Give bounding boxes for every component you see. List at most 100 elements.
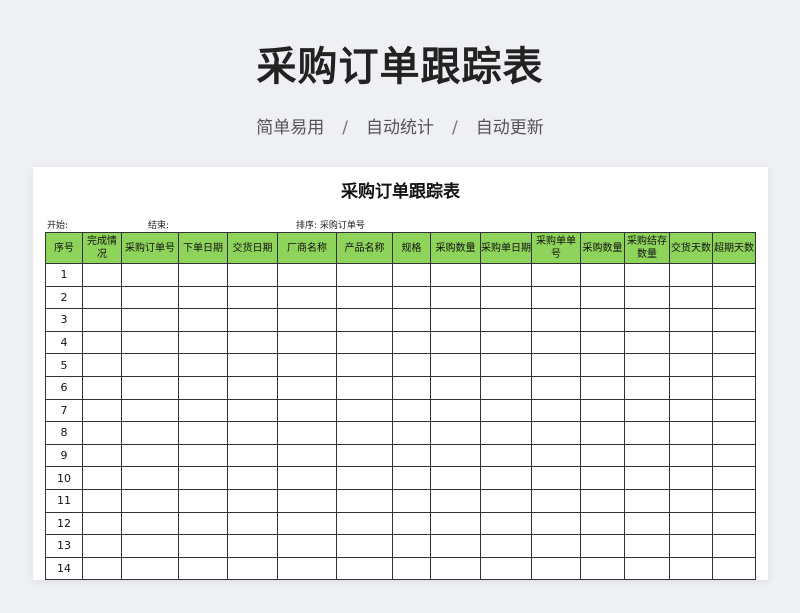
table-cell[interactable]	[392, 488, 431, 513]
table-cell[interactable]	[392, 330, 431, 355]
table-cell[interactable]	[669, 534, 713, 558]
row-number-cell[interactable]: 7	[45, 398, 83, 423]
table-cell[interactable]	[121, 375, 179, 400]
table-cell[interactable]	[227, 443, 278, 468]
table-cell[interactable]	[82, 421, 122, 445]
column-header[interactable]: 交货日期	[227, 232, 278, 264]
table-cell[interactable]	[480, 285, 532, 310]
table-cell[interactable]	[430, 466, 481, 490]
table-cell[interactable]	[277, 466, 337, 490]
table-cell[interactable]	[82, 353, 122, 377]
table-cell[interactable]	[121, 466, 179, 490]
table-cell[interactable]	[392, 443, 431, 468]
table-cell[interactable]	[624, 534, 670, 558]
table-cell[interactable]	[178, 308, 228, 332]
table-cell[interactable]	[178, 285, 228, 310]
table-cell[interactable]	[227, 263, 278, 287]
table-cell[interactable]	[430, 556, 481, 580]
table-cell[interactable]	[82, 375, 122, 400]
column-header[interactable]: 采购单日期	[480, 232, 532, 264]
table-cell[interactable]	[580, 534, 625, 558]
table-cell[interactable]	[121, 421, 179, 445]
table-cell[interactable]	[392, 421, 431, 445]
row-number-cell[interactable]: 10	[45, 466, 83, 490]
table-cell[interactable]	[336, 466, 393, 490]
table-cell[interactable]	[480, 556, 532, 580]
table-cell[interactable]	[480, 511, 532, 536]
table-cell[interactable]	[480, 421, 532, 445]
table-cell[interactable]	[669, 308, 713, 332]
table-cell[interactable]	[712, 466, 756, 490]
column-header[interactable]: 序号	[45, 232, 83, 264]
table-cell[interactable]	[178, 443, 228, 468]
table-cell[interactable]	[178, 466, 228, 490]
column-header[interactable]: 厂商名称	[277, 232, 337, 264]
column-header[interactable]: 规格	[392, 232, 431, 264]
table-cell[interactable]	[624, 353, 670, 377]
row-number-cell[interactable]: 14	[45, 556, 83, 580]
table-cell[interactable]	[227, 308, 278, 332]
table-cell[interactable]	[624, 421, 670, 445]
table-cell[interactable]	[712, 511, 756, 536]
table-cell[interactable]	[82, 534, 122, 558]
table-cell[interactable]	[336, 353, 393, 377]
table-cell[interactable]	[392, 285, 431, 310]
table-cell[interactable]	[392, 511, 431, 536]
table-cell[interactable]	[178, 556, 228, 580]
table-cell[interactable]	[712, 375, 756, 400]
table-cell[interactable]	[227, 285, 278, 310]
table-cell[interactable]	[669, 353, 713, 377]
table-cell[interactable]	[480, 398, 532, 423]
table-cell[interactable]	[531, 556, 581, 580]
table-cell[interactable]	[580, 443, 625, 468]
column-header[interactable]: 完成情况	[82, 232, 122, 264]
table-cell[interactable]	[531, 421, 581, 445]
table-cell[interactable]	[624, 511, 670, 536]
table-cell[interactable]	[336, 488, 393, 513]
table-cell[interactable]	[624, 285, 670, 310]
table-cell[interactable]	[82, 488, 122, 513]
row-number-cell[interactable]: 12	[45, 511, 83, 536]
table-cell[interactable]	[712, 488, 756, 513]
table-cell[interactable]	[392, 375, 431, 400]
table-cell[interactable]	[227, 330, 278, 355]
table-cell[interactable]	[430, 285, 481, 310]
table-cell[interactable]	[121, 308, 179, 332]
table-cell[interactable]	[531, 443, 581, 468]
table-cell[interactable]	[712, 353, 756, 377]
table-cell[interactable]	[121, 488, 179, 513]
table-cell[interactable]	[336, 263, 393, 287]
table-cell[interactable]	[277, 308, 337, 332]
table-cell[interactable]	[430, 511, 481, 536]
table-cell[interactable]	[430, 375, 481, 400]
table-cell[interactable]	[624, 330, 670, 355]
table-cell[interactable]	[392, 263, 431, 287]
table-cell[interactable]	[531, 330, 581, 355]
column-header[interactable]: 采购数量	[580, 232, 625, 264]
column-header[interactable]: 产品名称	[336, 232, 393, 264]
table-cell[interactable]	[277, 263, 337, 287]
table-cell[interactable]	[712, 443, 756, 468]
table-cell[interactable]	[82, 556, 122, 580]
table-cell[interactable]	[624, 308, 670, 332]
table-cell[interactable]	[669, 398, 713, 423]
table-cell[interactable]	[178, 353, 228, 377]
table-cell[interactable]	[531, 488, 581, 513]
row-number-cell[interactable]: 4	[45, 330, 83, 355]
table-cell[interactable]	[178, 263, 228, 287]
table-cell[interactable]	[392, 353, 431, 377]
table-cell[interactable]	[669, 263, 713, 287]
table-cell[interactable]	[82, 466, 122, 490]
table-cell[interactable]	[531, 466, 581, 490]
table-cell[interactable]	[580, 330, 625, 355]
row-number-cell[interactable]: 11	[45, 488, 83, 513]
table-cell[interactable]	[82, 511, 122, 536]
table-cell[interactable]	[669, 285, 713, 310]
table-cell[interactable]	[712, 263, 756, 287]
table-cell[interactable]	[580, 511, 625, 536]
table-cell[interactable]	[277, 534, 337, 558]
table-cell[interactable]	[430, 443, 481, 468]
table-cell[interactable]	[712, 556, 756, 580]
table-cell[interactable]	[669, 443, 713, 468]
table-cell[interactable]	[580, 308, 625, 332]
